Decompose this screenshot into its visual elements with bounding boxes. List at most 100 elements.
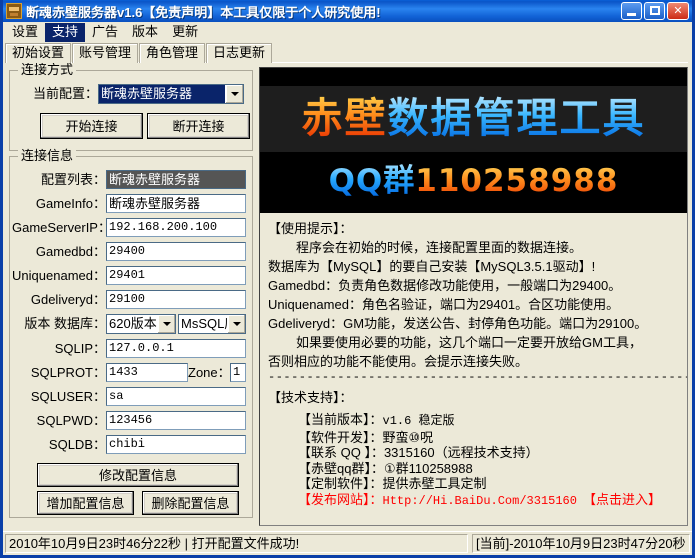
gamedbd-label: Gamedbd： — [12, 244, 106, 259]
close-button[interactable]: ✕ — [667, 2, 689, 20]
app-icon — [6, 3, 22, 19]
uniquenamed-input[interactable]: 29401 — [106, 266, 246, 285]
current-config-label: 当前配置： — [14, 86, 98, 101]
chevron-down-icon[interactable] — [225, 85, 243, 103]
sqldb-label: SQLDB： — [12, 437, 106, 452]
database-value: MsSQL库 — [179, 315, 227, 333]
title-bar: 断魂赤壁服务器v1.6【免责声明】本工具仅限于个人研究使用! ✕ — [3, 0, 692, 22]
menu-item-settings[interactable]: 设置 — [5, 23, 45, 42]
banner-title-blue: 数据管理工具 — [388, 94, 646, 142]
database-combobox[interactable]: MsSQL库 — [178, 314, 246, 334]
sqluser-row: SQLUSER： sa — [12, 387, 250, 406]
uniquenamed-row: Uniquenamed： 29401 — [12, 266, 250, 285]
tab-initial-settings[interactable]: 初始设置 — [5, 43, 71, 63]
usage-tips: 【使用提示】： 程序会在初始的时候，连接配置里面的数据连接。 数据库为【MySQ… — [260, 213, 687, 509]
gameinfo-label: GameInfo： — [12, 196, 106, 211]
support-row-qq: 【联系 QQ 】：3315160（远程技术支持） — [298, 445, 687, 461]
support-key-version: 【当前版本】： — [298, 412, 383, 428]
gdeliveryd-row: Gdeliveryd： 29100 — [12, 290, 250, 309]
support-heading: 【技术支持】： — [268, 388, 687, 407]
support-key-custom: 【定制软件】： — [298, 476, 383, 492]
banner-qq-line: QQ群110258988 — [260, 160, 687, 202]
chevron-down-icon[interactable] — [157, 315, 175, 333]
config-list-listbox[interactable]: 断魂赤壁服务器 — [106, 170, 246, 189]
gameinfo-row: GameInfo： 断魂赤壁服务器 — [12, 194, 250, 213]
support-value-qq: 3315160（远程技术支持） — [384, 445, 539, 460]
sqlprot-input[interactable]: 1433 — [106, 363, 188, 382]
support-value-version: v1.6 稳定版 — [383, 414, 455, 428]
config-list-row: 配置列表： 断魂赤壁服务器 — [12, 170, 250, 189]
menu-bar: 设置 支持 广告 版本 更新 — [3, 22, 692, 42]
gameserverip-row: GameServerIP： 192.168.200.100 — [12, 218, 250, 237]
status-message: 2010年10月9日23时46分22秒 | 打开配置文件成功! — [5, 534, 468, 553]
start-connect-button[interactable]: 开始连接 — [40, 113, 143, 139]
support-row-version: 【当前版本】：v1.6 稳定版 — [298, 412, 687, 430]
window-controls: ✕ — [621, 2, 689, 20]
current-config-combobox[interactable]: 断魂赤壁服务器 — [98, 84, 244, 104]
sqlprot-row: SQLPROT： 1433 Zone： 1 — [12, 363, 250, 382]
gameserverip-label: GameServerIP： — [12, 220, 106, 235]
list-item[interactable]: 断魂赤壁服务器 — [107, 171, 245, 188]
tips-line-5: Gdeliveryd：GM功能，发送公告、封停角色功能。端口为29100。 — [268, 314, 687, 333]
sqlpwd-row: SQLPWD： 123456 — [12, 411, 250, 430]
sqlip-input[interactable]: 127.0.0.1 — [106, 339, 246, 358]
sqlip-label: SQLIP： — [12, 341, 106, 356]
sqldb-input[interactable]: chibi — [106, 435, 246, 454]
zone-input[interactable]: 1 — [230, 363, 246, 382]
version-db-row: 版本 数据库： 620版本 MsSQL库 — [12, 314, 250, 333]
gamedbd-input[interactable]: 29400 — [106, 242, 246, 261]
sqlpwd-input[interactable]: 123456 — [106, 411, 246, 430]
disconnect-button[interactable]: 断开连接 — [147, 113, 250, 139]
tips-line-4: Uniquenamed：角色名验证，端口为29401。合区功能使用。 — [268, 295, 687, 314]
status-current-time: [当前]-2010年10月9日23时47分20秒 — [472, 534, 690, 553]
minimize-button[interactable] — [621, 2, 642, 20]
maximize-icon — [650, 6, 660, 15]
uniquenamed-label: Uniquenamed： — [12, 268, 106, 283]
sqluser-input[interactable]: sa — [106, 387, 246, 406]
gameserverip-input[interactable]: 192.168.200.100 — [106, 218, 246, 237]
tab-account-management[interactable]: 账号管理 — [72, 43, 138, 63]
support-value-custom: 提供赤壁工具定制 — [383, 476, 487, 491]
main-content: 连接方式 当前配置： 断魂赤壁服务器 开始连接 断开连接 连接信息 配置列表： … — [3, 63, 692, 529]
sqlprot-label: SQLPROT： — [12, 365, 106, 380]
menu-item-ads[interactable]: 广告 — [85, 23, 125, 42]
maximize-button[interactable] — [644, 2, 665, 20]
menu-item-version[interactable]: 版本 — [125, 23, 165, 42]
minimize-icon — [627, 13, 636, 16]
website-link[interactable]: Http://Hi.BaiDu.Com/3315160 — [383, 494, 577, 508]
website-action-label[interactable]: 【点击进入】 — [583, 492, 661, 507]
modify-config-button[interactable]: 修改配置信息 — [37, 463, 239, 487]
delete-config-button[interactable]: 删除配置信息 — [142, 491, 239, 515]
banner-qq-number: 110258988 — [415, 163, 618, 199]
tips-line-6: 如果要使用必要的功能，这几个端口一定要开放给GM工具， — [268, 333, 687, 352]
tab-bar: 初始设置 账号管理 角色管理 日志更新 — [3, 42, 692, 63]
menu-item-update[interactable]: 更新 — [165, 23, 205, 42]
version-combobox[interactable]: 620版本 — [106, 314, 176, 334]
support-row-website[interactable]: 【发布网站】：Http://Hi.BaiDu.Com/3315160 【点击进入】 — [298, 492, 687, 510]
tips-line-3: Gamedbd：负责角色数据修改功能使用，一般端口为29400。 — [268, 276, 687, 295]
support-key-website: 【发布网站】： — [298, 492, 383, 508]
support-key-qq: 【联系 QQ 】： — [298, 445, 384, 461]
support-list: 【当前版本】：v1.6 稳定版 【软件开发】：野蛮⑩呪 【联系 QQ 】：331… — [268, 412, 687, 509]
support-value-developer: 野蛮⑩呪 — [383, 430, 434, 445]
chevron-down-icon[interactable] — [227, 315, 245, 333]
version-db-label: 版本 数据库： — [12, 316, 106, 331]
close-icon: ✕ — [668, 3, 688, 19]
banner-qq-prefix: QQ群 — [329, 163, 416, 199]
tips-line-7: 否则相应的功能不能使用。会提示连接失败。 — [268, 352, 687, 371]
tab-role-management[interactable]: 角色管理 — [139, 43, 205, 63]
info-panel: 赤壁数据管理工具 QQ群110258988 【使用提示】： 程序会在初始的时候，… — [259, 67, 688, 526]
menu-item-support[interactable]: 支持 — [45, 23, 85, 42]
gameinfo-input[interactable]: 断魂赤壁服务器 — [106, 194, 246, 213]
support-key-qq-group: 【赤壁qq群】： — [298, 461, 384, 477]
tips-heading: 【使用提示】： — [268, 219, 687, 238]
gdeliveryd-input[interactable]: 29100 — [106, 290, 246, 309]
application-window: 断魂赤壁服务器v1.6【免责声明】本工具仅限于个人研究使用! ✕ 设置 支持 广… — [0, 0, 695, 558]
tab-log-update[interactable]: 日志更新 — [206, 43, 272, 63]
tips-line-1: 程序会在初始的时候，连接配置里面的数据连接。 — [268, 238, 687, 257]
connection-info-group: 连接信息 配置列表： 断魂赤壁服务器 GameInfo： 断魂赤壁服务器 Gam… — [9, 156, 253, 518]
add-config-button[interactable]: 增加配置信息 — [37, 491, 134, 515]
support-row-qq-group: 【赤壁qq群】：①群110258988 — [298, 461, 687, 477]
connection-info-legend: 连接信息 — [18, 149, 76, 163]
config-list-label: 配置列表： — [12, 172, 106, 187]
